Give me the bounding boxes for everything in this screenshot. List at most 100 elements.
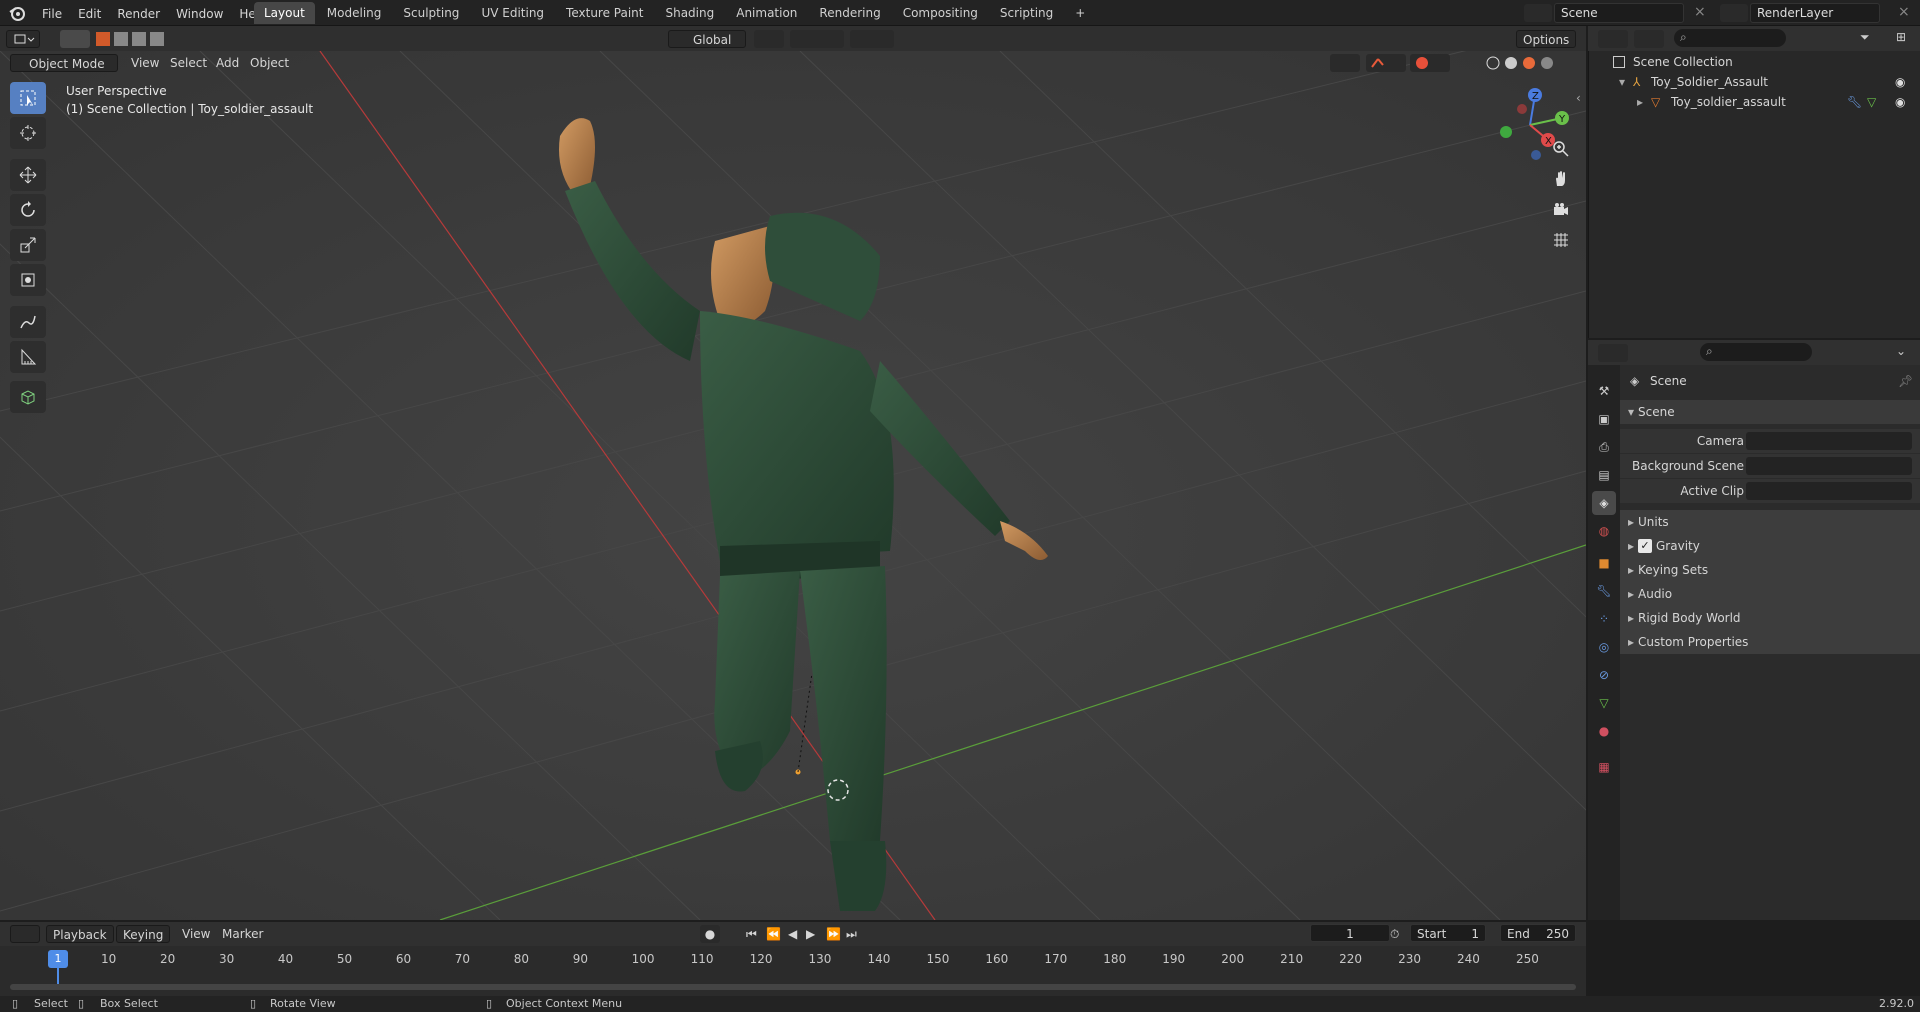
transform-tool[interactable] <box>10 264 46 296</box>
menu-edit[interactable]: Edit <box>70 4 109 24</box>
rigid-body-world-panel[interactable]: ▸ Rigid Body World <box>1620 606 1920 630</box>
properties-search-input[interactable]: ⌕ <box>1700 343 1812 361</box>
tab-modeling[interactable]: Modeling <box>317 2 392 24</box>
tab-texture-paint[interactable]: Texture Paint <box>556 2 653 24</box>
menu-select[interactable]: Select <box>170 54 207 72</box>
shading-modes-icons[interactable] <box>1484 54 1574 72</box>
render-tab-icon[interactable]: ▣ <box>1592 407 1616 431</box>
playhead[interactable]: 1 <box>48 950 68 968</box>
tab-animation[interactable]: Animation <box>726 2 807 24</box>
move-tool[interactable] <box>10 159 46 191</box>
object-tab-icon[interactable]: ■ <box>1592 551 1616 575</box>
preview-range-icon[interactable]: ⏱ <box>1390 925 1399 943</box>
outliner-row-object[interactable]: ▸ ▽ Toy_soldier_assault 🔧︎ ▽ ◉ <box>1589 92 1920 112</box>
filter-icon[interactable]: ⏷ <box>1860 30 1890 48</box>
visibility-icon[interactable] <box>1330 54 1360 72</box>
add-workspace-button[interactable]: + <box>1065 2 1095 24</box>
scene-selector-icon[interactable] <box>1524 4 1552 22</box>
viewport-canvas[interactable] <box>0 51 1586 920</box>
view-layer-tab-icon[interactable]: ▤ <box>1592 463 1616 487</box>
modifier-tab-icon[interactable]: 🔧︎ <box>1592 579 1616 603</box>
data-tab-icon[interactable]: ▽ <box>1592 691 1616 715</box>
xray-icon[interactable] <box>1460 54 1480 72</box>
select-mode-new-icon[interactable] <box>94 30 176 48</box>
overlays-toggle-icon[interactable] <box>1410 54 1450 72</box>
add-cube-tool[interactable] <box>10 381 46 413</box>
tab-uv-editing[interactable]: UV Editing <box>471 2 554 24</box>
marker-menu[interactable]: Marker <box>222 925 263 943</box>
texture-tab-icon[interactable]: ▦ <box>1592 755 1616 779</box>
tab-compositing[interactable]: Compositing <box>893 2 988 24</box>
ortho-grid-icon[interactable] <box>1547 226 1575 254</box>
timeline-view-menu[interactable]: View <box>182 925 210 943</box>
rotate-tool[interactable] <box>10 194 46 226</box>
play-reverse-icon[interactable]: ◀ <box>788 925 797 943</box>
scene-section-header[interactable]: ▾ Scene <box>1620 400 1920 424</box>
modifier-wrench-icon[interactable]: 🔧︎ <box>1847 92 1862 112</box>
timeline-scrollbar[interactable] <box>10 984 1576 990</box>
gizmo-y-label[interactable]: Y <box>1558 114 1566 125</box>
gravity-panel[interactable]: ▸ ✓ Gravity <box>1620 534 1920 558</box>
gizmo-toggle-icon[interactable] <box>1366 54 1406 72</box>
outliner-display-mode-icon[interactable] <box>1634 30 1664 48</box>
pan-hand-icon[interactable] <box>1547 165 1575 193</box>
audio-panel[interactable]: ▸ Audio <box>1620 582 1920 606</box>
end-frame-field[interactable]: End 250 <box>1500 924 1576 942</box>
annotate-tool[interactable] <box>10 306 46 338</box>
world-tab-icon[interactable]: ◍ <box>1592 519 1616 543</box>
menu-add[interactable]: Add <box>216 54 239 72</box>
options-dropdown[interactable]: Options <box>1516 30 1577 48</box>
camera-field[interactable] <box>1746 432 1912 450</box>
playback-menu[interactable]: Playback <box>46 925 114 943</box>
next-keyframe-icon[interactable]: ⏩ <box>826 925 841 943</box>
timeline-editor-type-icon[interactable] <box>10 925 40 943</box>
sidebar-toggle-icon[interactable]: ‹ <box>1576 91 1581 105</box>
blender-logo-icon[interactable] <box>8 4 26 22</box>
scene-tab-icon[interactable]: ◈ <box>1592 491 1616 515</box>
start-frame-field[interactable]: Start 1 <box>1410 924 1486 942</box>
renderlayer-name-field[interactable]: RenderLayer <box>1750 3 1880 23</box>
properties-editor-type-icon[interactable] <box>1598 344 1628 362</box>
zoom-icon[interactable] <box>1547 135 1575 163</box>
timeline-ruler[interactable]: 10 20 30 40 50 60 70 80 90 100 110 120 130 140 150 160 1… <box>0 946 1586 974</box>
expand-arrow-icon[interactable]: ▸ <box>1637 92 1643 112</box>
outliner-row-collection[interactable]: ▾ ⅄ Toy_Soldier_Assault ◉ <box>1589 72 1920 92</box>
outliner-editor-type-icon[interactable] <box>1598 30 1628 48</box>
object-mode-button[interactable]: Object Mode <box>10 54 118 72</box>
measure-tool[interactable] <box>10 341 46 373</box>
active-clip-field[interactable] <box>1746 482 1912 500</box>
physics-tab-icon[interactable]: ◎ <box>1592 635 1616 659</box>
tab-sculpting[interactable]: Sculpting <box>393 2 469 24</box>
menu-render[interactable]: Render <box>109 4 168 24</box>
scene-name-field[interactable]: Scene <box>1554 3 1684 23</box>
pivot-point-icon[interactable] <box>754 30 784 48</box>
3d-viewport[interactable]: User Perspective (1) Scene Collection | … <box>0 51 1586 920</box>
custom-properties-panel[interactable]: ▸ Custom Properties <box>1620 630 1920 654</box>
scale-tool[interactable] <box>10 229 46 261</box>
editor-type-button[interactable] <box>6 30 40 48</box>
visibility-eye-icon[interactable]: ◉ <box>1895 92 1905 112</box>
tab-scripting[interactable]: Scripting <box>990 2 1063 24</box>
outliner-search-input[interactable]: ⌕ <box>1674 29 1786 47</box>
mesh-data-icon[interactable]: ▽ <box>1867 92 1876 112</box>
menu-file[interactable]: File <box>34 4 70 24</box>
expand-arrow-icon[interactable]: ▾ <box>1619 72 1625 92</box>
constraints-tab-icon[interactable]: ⊘ <box>1592 663 1616 687</box>
scene-close-icon[interactable]: × <box>1694 4 1706 20</box>
properties-options-icon[interactable]: ⌄ <box>1896 344 1906 358</box>
renderlayer-selector-icon[interactable] <box>1720 4 1748 22</box>
units-panel[interactable]: ▸ Units <box>1620 510 1920 534</box>
tool-tab-icon[interactable]: ⚒ <box>1592 379 1616 403</box>
material-tab-icon[interactable]: ● <box>1592 719 1616 743</box>
menu-view[interactable]: View <box>131 54 159 72</box>
menu-window[interactable]: Window <box>168 4 231 24</box>
select-box-tool[interactable] <box>10 82 46 114</box>
transform-orientation-dropdown[interactable]: Global <box>668 30 746 48</box>
new-collection-icon[interactable]: ⊞ <box>1896 30 1914 48</box>
keying-sets-panel[interactable]: ▸ Keying Sets <box>1620 558 1920 582</box>
jump-start-icon[interactable]: ⏮ <box>746 925 757 943</box>
prev-keyframe-icon[interactable]: ⏪ <box>766 925 781 943</box>
particles-tab-icon[interactable]: ⁘ <box>1592 607 1616 631</box>
gravity-checkbox[interactable]: ✓ <box>1638 539 1652 553</box>
camera-view-icon[interactable] <box>1547 196 1575 224</box>
